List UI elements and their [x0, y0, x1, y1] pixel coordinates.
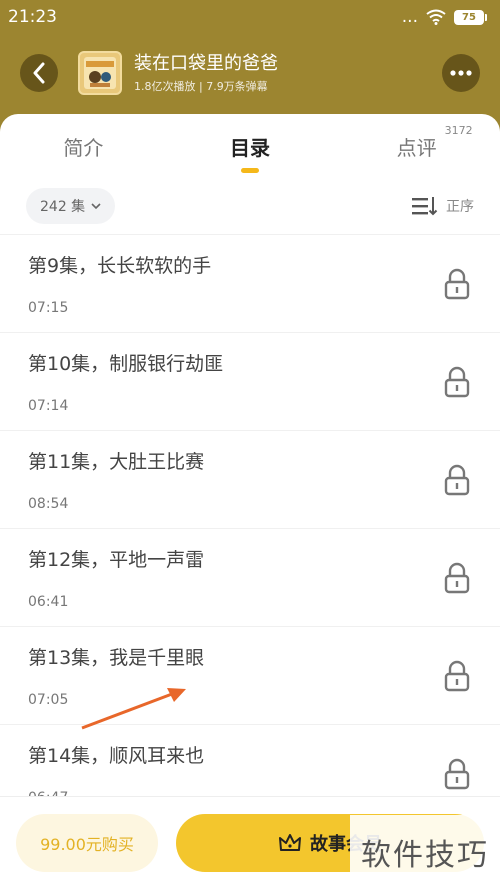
- lock-icon: [444, 562, 470, 593]
- tab-reviews-label: 点评: [396, 135, 437, 160]
- episode-item[interactable]: 第11集，大肚王比赛 08:54: [0, 431, 500, 529]
- status-bar: 21:23 ... 75: [0, 0, 500, 34]
- episode-duration: 06:41: [28, 594, 69, 610]
- episode-duration: 07:15: [28, 300, 69, 316]
- episode-title: 第10集，制服银行劫匪: [28, 353, 224, 375]
- episode-info: 第10集，制服银行劫匪 07:14: [28, 349, 223, 414]
- battery-icon: 75: [454, 9, 487, 25]
- tab-intro-label: 简介: [63, 135, 104, 160]
- status-icons: ... 75: [401, 7, 487, 27]
- episode-title: 第13集，我是千里眼: [28, 647, 205, 669]
- content-sheet: 简介 目录 点评 3172 242 集 正序 第9集，长长软软的手 07:15 …: [0, 114, 500, 889]
- episode-info: 第12集，平地一声雷 06:41: [28, 545, 204, 610]
- filter-row: 242 集 正序: [0, 178, 500, 234]
- episode-range-dropdown[interactable]: 242 集: [26, 188, 116, 224]
- tab-catalog[interactable]: 目录: [206, 124, 294, 173]
- lock-icon: [444, 758, 470, 789]
- more-button[interactable]: [442, 54, 480, 92]
- episode-title: 第11集，大肚王比赛: [28, 451, 205, 473]
- episode-info: 第9集，长长软软的手 07:15: [28, 251, 211, 316]
- tab-intro[interactable]: 简介: [39, 124, 127, 169]
- album-title-block: 装在口袋里的爸爸 1.8亿次播放 | 7.9万条弹幕: [134, 52, 442, 94]
- episode-duration: 07:05: [28, 692, 69, 708]
- episode-list: 第9集，长长软软的手 07:15 第10集，制服银行劫匪 07:14 第11集，…: [0, 234, 500, 823]
- album-cover-art-icon: [84, 57, 116, 89]
- chevron-down-icon: [91, 202, 101, 209]
- album-stats: 1.8亿次播放 | 7.9万条弹幕: [134, 80, 268, 93]
- album-header: 装在口袋里的爸爸 1.8亿次播放 | 7.9万条弹幕: [0, 40, 500, 106]
- active-tab-indicator: [240, 167, 259, 173]
- episode-item[interactable]: 第9集，长长软软的手 07:15: [0, 235, 500, 333]
- lock-icon: [444, 268, 470, 299]
- sort-list-icon: [412, 197, 438, 216]
- lock-icon: [444, 366, 470, 397]
- episode-info: 第11集，大肚王比赛 08:54: [28, 447, 204, 512]
- more-dots-icon: [450, 70, 472, 76]
- lock-icon: [444, 660, 470, 691]
- episode-count-label: 242 集: [40, 199, 86, 215]
- sort-label: 正序: [446, 199, 474, 215]
- lock-icon: [444, 464, 470, 495]
- site-watermark: 软件技巧: [350, 815, 500, 889]
- back-button[interactable]: [20, 54, 58, 92]
- tab-catalog-label: 目录: [229, 135, 270, 160]
- album-title: 装在口袋里的爸爸: [134, 53, 278, 74]
- sort-toggle[interactable]: 正序: [412, 196, 474, 216]
- episode-duration: 08:54: [28, 496, 69, 512]
- wifi-icon: [426, 9, 446, 25]
- review-count-badge: 3172: [444, 123, 473, 137]
- episode-title: 第9集，长长软软的手: [28, 255, 212, 277]
- episode-item[interactable]: 第13集，我是千里眼 07:05: [0, 627, 500, 725]
- episode-info: 第13集，我是千里眼 07:05: [28, 643, 204, 708]
- signal-dots-icon: ...: [401, 7, 418, 27]
- tab-reviews[interactable]: 点评 3172: [373, 124, 473, 169]
- buy-album-button[interactable]: 99.00元购买: [16, 814, 158, 872]
- episode-title: 第12集，平地一声雷: [28, 549, 205, 571]
- tab-bar: 简介 目录 点评 3172: [0, 114, 500, 178]
- crown-icon: [279, 834, 301, 851]
- episode-item[interactable]: 第12集，平地一声雷 06:41: [0, 529, 500, 627]
- episode-title: 第14集，顺风耳来也: [28, 745, 205, 767]
- status-time: 21:23: [8, 7, 57, 27]
- episode-item[interactable]: 第10集，制服银行劫匪 07:14: [0, 333, 500, 431]
- album-cover[interactable]: [78, 51, 122, 95]
- episode-duration: 07:14: [28, 398, 69, 414]
- back-chevron-icon: [33, 62, 45, 84]
